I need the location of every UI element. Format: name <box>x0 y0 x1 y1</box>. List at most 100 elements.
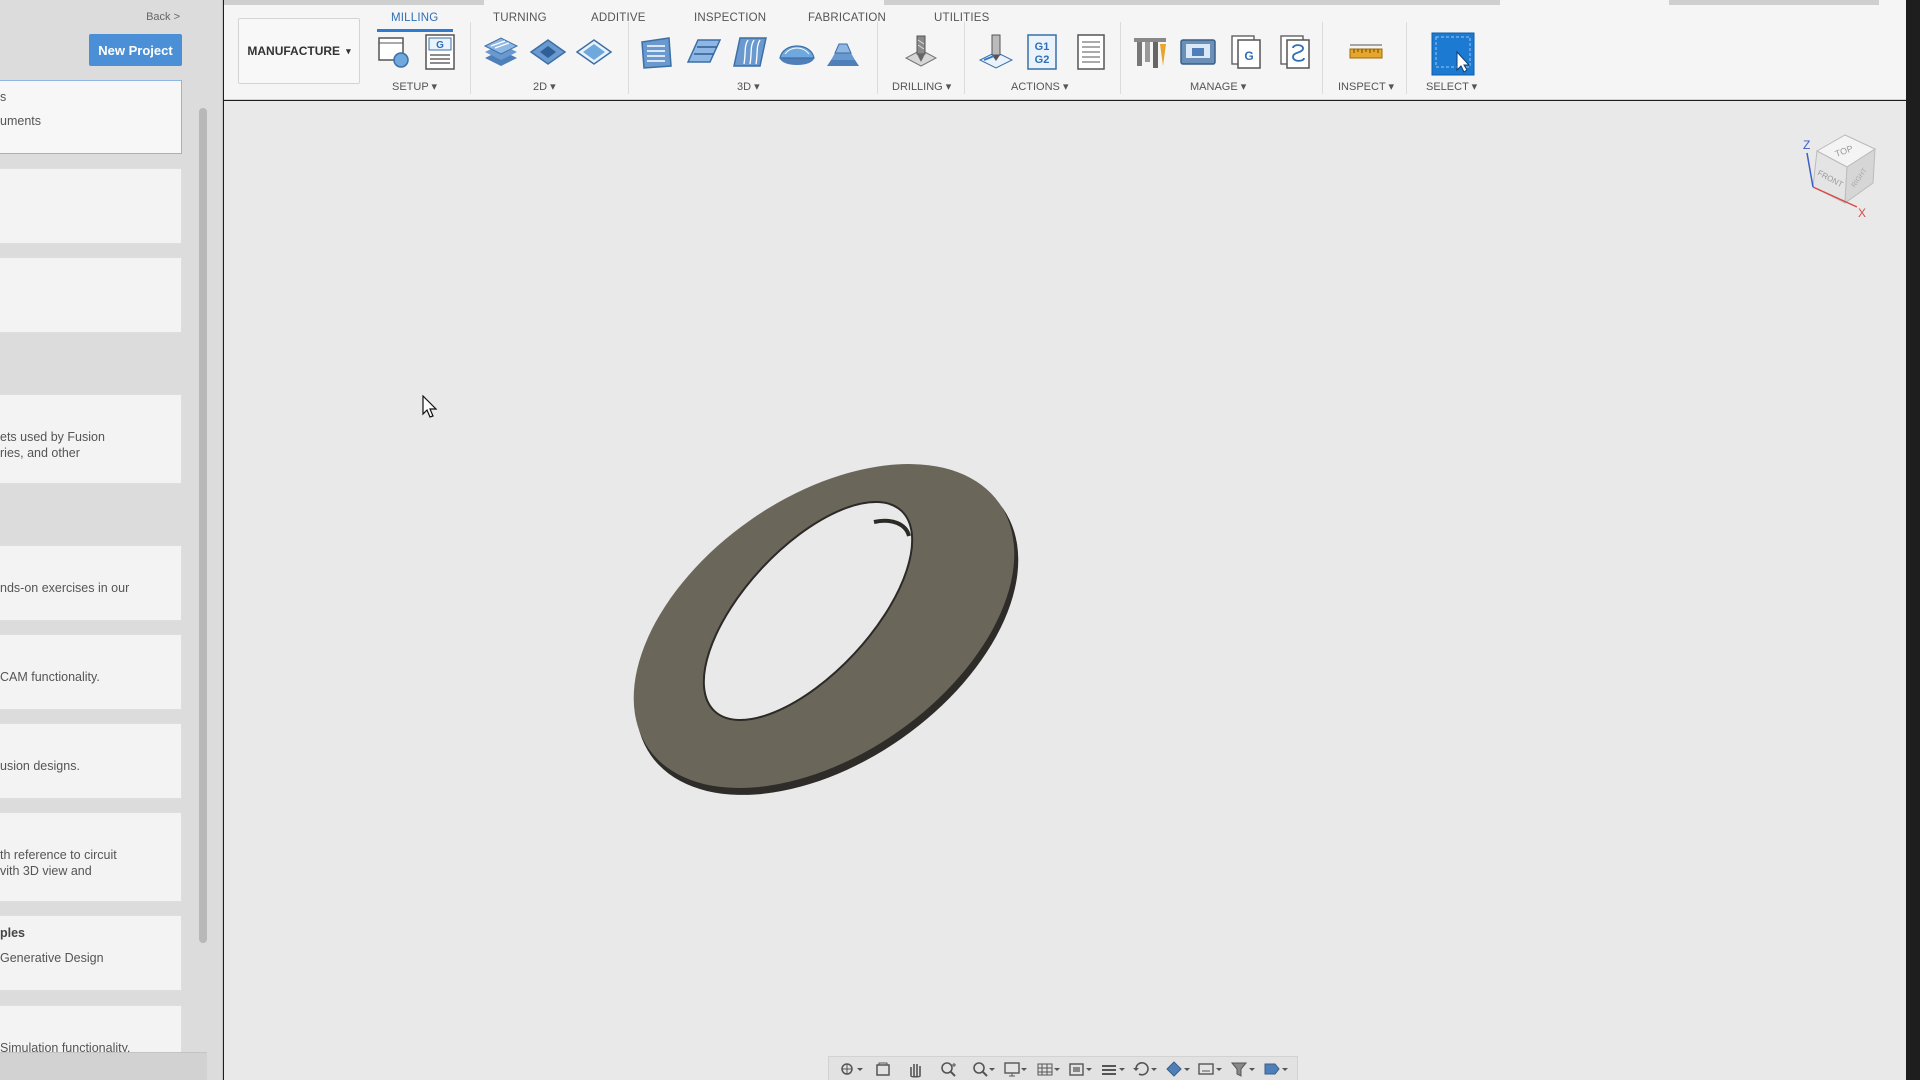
tab-utilities[interactable]: UTILITIES <box>934 12 989 24</box>
card-text: nds-on exercises in our <box>0 581 130 595</box>
rotate-icon[interactable] <box>1131 1060 1158 1078</box>
card-text: s <box>0 90 7 104</box>
look-at-icon[interactable] <box>871 1060 897 1078</box>
svg-text:G: G <box>1244 49 1253 63</box>
svg-text:G: G <box>436 40 444 51</box>
z-axis-label: Z <box>1803 138 1810 152</box>
sample-card[interactable]: th reference to circuit vith 3D view and <box>0 812 182 902</box>
3d-adaptive-icon[interactable] <box>637 32 677 72</box>
measure-icon[interactable] <box>1346 32 1386 72</box>
back-link[interactable]: Back > <box>146 11 180 23</box>
2d-pocket-icon[interactable] <box>528 32 568 72</box>
mouse-cursor-icon <box>422 395 438 418</box>
select-group-label[interactable]: SELECT ▾ <box>1426 80 1477 93</box>
post-library-icon[interactable]: G <box>1227 32 1267 72</box>
2d-group-label[interactable]: 2D ▾ <box>533 80 556 93</box>
panel-scrollbar[interactable] <box>199 108 207 943</box>
tool-library-icon[interactable] <box>1130 32 1170 72</box>
viewports-icon[interactable] <box>1066 1060 1093 1078</box>
selection-icon[interactable] <box>1262 1060 1288 1078</box>
3d-group-label[interactable]: 3D ▾ <box>737 80 760 93</box>
separator <box>877 22 878 94</box>
pan-icon[interactable] <box>903 1060 929 1078</box>
new-project-button[interactable]: New Project <box>89 34 182 66</box>
machine-library-icon[interactable] <box>1178 32 1218 72</box>
separator <box>964 22 965 94</box>
sample-card[interactable]: ets used by Fusion ries, and other <box>0 394 182 484</box>
navigation-bar <box>828 1056 1298 1080</box>
sections-icon[interactable] <box>1099 1060 1125 1078</box>
sample-card[interactable]: nds-on exercises in our <box>0 545 182 621</box>
setup-sheet-icon[interactable] <box>1071 32 1111 72</box>
setup-group-label[interactable]: SETUP ▾ <box>392 80 437 93</box>
2d-adaptive-icon[interactable] <box>481 32 521 72</box>
tab-inspection[interactable]: INSPECTION <box>694 12 766 24</box>
title-strip <box>884 0 1500 5</box>
tab-fabrication[interactable]: FABRICATION <box>808 12 886 24</box>
drilling-group-label[interactable]: DRILLING ▾ <box>892 80 951 93</box>
sample-card[interactable] <box>0 168 182 244</box>
title-strip <box>1669 0 1879 5</box>
sample-card[interactable]: usion designs. <box>0 723 182 799</box>
zoom-window-icon[interactable] <box>969 1060 995 1078</box>
template-library-icon[interactable] <box>1276 32 1316 72</box>
orbit-icon[interactable] <box>838 1060 864 1078</box>
simulate-icon[interactable] <box>976 32 1016 72</box>
drill-icon[interactable] <box>901 32 941 72</box>
sample-card[interactable] <box>0 257 182 333</box>
scallop-icon[interactable] <box>777 32 817 72</box>
environment-icon[interactable] <box>1196 1060 1223 1078</box>
actions-group-label[interactable]: ACTIONS ▾ <box>1011 80 1068 93</box>
appearance-icon[interactable] <box>1164 1060 1190 1078</box>
oval-ring-part[interactable] <box>624 456 1084 816</box>
data-panel: Back > New Project s uments ets used by … <box>0 0 223 1080</box>
separator <box>628 22 629 94</box>
tab-milling[interactable]: MILLING <box>391 12 438 24</box>
display-settings-icon[interactable] <box>1001 1060 1028 1078</box>
view-cube[interactable]: TOP FRONT RIGHT Z X <box>1779 129 1879 239</box>
setup-icon[interactable] <box>374 32 414 72</box>
svg-text:G2: G2 <box>1035 54 1050 66</box>
sample-card[interactable]: Simulation functionality. <box>0 1005 182 1055</box>
card-text: usion designs. <box>0 759 80 773</box>
svg-text:G1: G1 <box>1035 41 1050 53</box>
tab-turning[interactable]: TURNING <box>493 12 547 24</box>
card-text: th reference to circuit <box>0 848 117 862</box>
separator <box>1406 22 1407 94</box>
tab-additive[interactable]: ADDITIVE <box>591 12 646 24</box>
graphics-canvas[interactable]: TOP FRONT RIGHT Z X <box>224 101 1906 1080</box>
card-text: CAM functionality. <box>0 670 100 684</box>
filter-icon[interactable] <box>1229 1060 1256 1078</box>
card-text: ries, and other <box>0 446 80 460</box>
nc-program-icon[interactable]: G <box>420 32 460 72</box>
zoom-icon[interactable] <box>936 1060 962 1078</box>
face-icon[interactable] <box>574 32 614 72</box>
manage-group-label[interactable]: MANAGE ▾ <box>1190 80 1246 93</box>
post-process-icon[interactable]: G1 G2 <box>1022 32 1062 72</box>
z-axis <box>1806 152 1814 188</box>
card-text: Generative Design <box>0 951 104 965</box>
separator <box>1120 22 1121 94</box>
sample-card[interactable]: CAM functionality. <box>0 634 182 710</box>
card-title: ples <box>0 926 26 940</box>
parallel-icon[interactable] <box>730 32 770 72</box>
title-strip <box>224 0 484 5</box>
waterline-icon[interactable] <box>684 32 724 72</box>
workspace-switcher[interactable]: MANUFACTURE ▾ <box>238 18 360 84</box>
workspace-label: MANUFACTURE <box>247 44 341 58</box>
separator <box>1322 22 1323 94</box>
contour-icon[interactable] <box>823 32 863 72</box>
card-text: ets used by Fusion <box>0 430 105 444</box>
manufacture-toolbar: MANUFACTURE ▾ MILLING TURNING ADDITIVE I… <box>224 0 1906 100</box>
grid-icon[interactable] <box>1034 1060 1060 1078</box>
chevron-down-icon: ▾ <box>346 45 351 56</box>
sample-card[interactable]: s uments <box>0 80 182 154</box>
card-text: vith 3D view and <box>0 864 92 878</box>
select-icon[interactable] <box>1431 32 1475 76</box>
inspect-group-label[interactable]: INSPECT ▾ <box>1338 80 1394 93</box>
card-text: uments <box>0 114 41 128</box>
sample-card[interactable]: ples Generative Design <box>0 915 182 991</box>
x-axis-label: X <box>1858 206 1866 220</box>
panel-footer <box>0 1052 207 1080</box>
separator <box>470 22 471 94</box>
